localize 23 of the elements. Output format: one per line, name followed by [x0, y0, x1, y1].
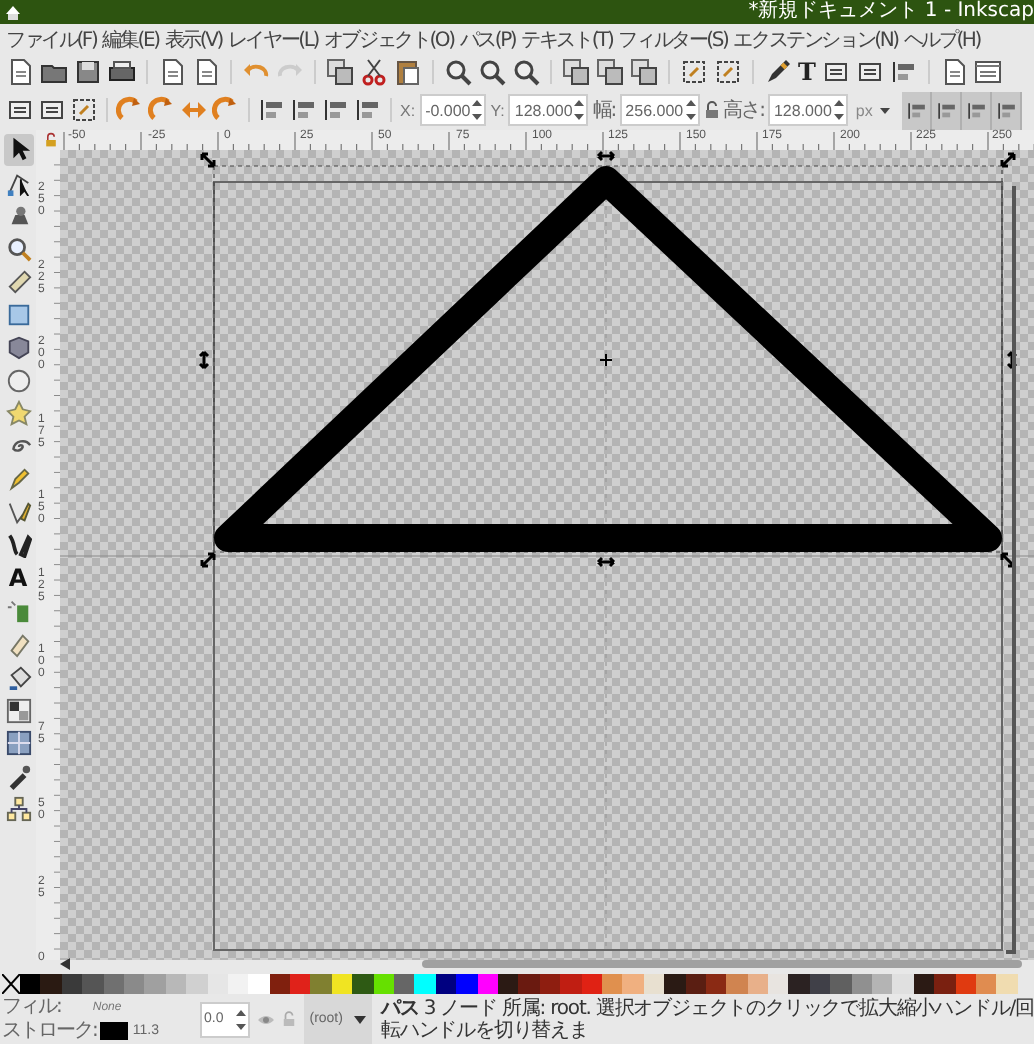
y-label: Y: — [490, 101, 505, 119]
tool-button[interactable]: A — [3, 563, 33, 594]
fill-label: フィル: — [2, 996, 61, 1018]
status-message: パス 3 ノード 所属: root. 選択オブジェクトのクリックで拡大縮小ハンドル/回転ハンドルを切り替えま — [380, 997, 1034, 1041]
menu-item[interactable]: パス(P) — [457, 25, 518, 53]
height-label: 高さ: — [723, 99, 764, 121]
menu-item[interactable]: レイヤー(L) — [225, 25, 320, 53]
x-field[interactable]: -0.000 — [419, 94, 487, 126]
x-label: X: — [400, 101, 416, 119]
menu-item[interactable]: ヘルプ(H) — [901, 25, 982, 53]
width-label: 幅: — [592, 99, 616, 121]
menu-item[interactable]: 編集(E) — [100, 25, 161, 53]
menu-item[interactable]: 表示(V) — [162, 25, 224, 53]
stroke-label: ストローク: — [2, 1020, 97, 1042]
menu-item[interactable]: フィルター(S) — [616, 25, 730, 53]
text-tool-button[interactable]: T — [798, 58, 816, 86]
height-field[interactable]: 128.000 — [767, 94, 848, 126]
menu-item[interactable]: エクステンション(N) — [731, 25, 900, 53]
width-field[interactable]: 256.000 — [619, 94, 700, 126]
menu-item[interactable]: ファイル(F) — [4, 25, 99, 53]
y-field[interactable]: 128.000 — [508, 94, 589, 126]
menu-item[interactable]: オブジェクト(O) — [321, 25, 456, 53]
menu-item[interactable]: テキスト(T) — [519, 25, 615, 53]
